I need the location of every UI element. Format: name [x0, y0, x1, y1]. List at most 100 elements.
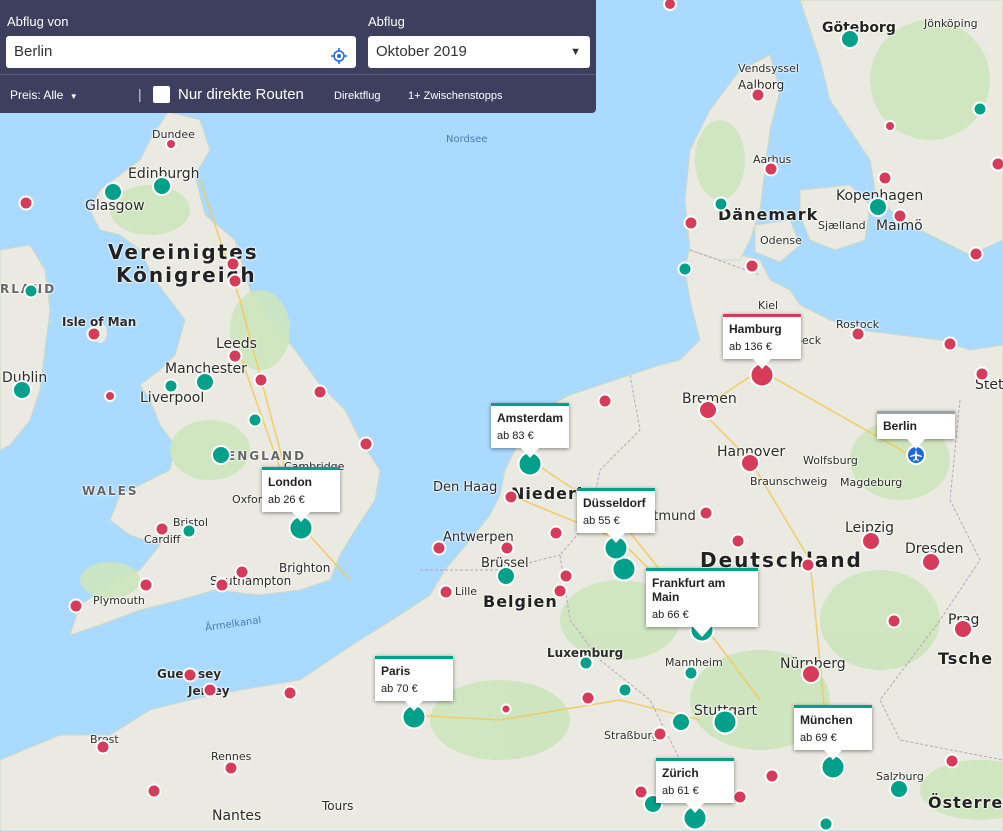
marker-red[interactable]: [504, 490, 519, 505]
city-label-wolfsburg: Wolfsburg: [803, 454, 858, 467]
marker-red[interactable]: [861, 531, 881, 551]
departure-date-select[interactable]: Oktober 2019 ▼: [368, 36, 590, 68]
marker-red[interactable]: [313, 385, 328, 400]
marker-red[interactable]: [165, 138, 177, 150]
popup-zurich[interactable]: Zürich ab 61 €: [656, 758, 734, 803]
marker-red[interactable]: [801, 664, 821, 684]
marker-red[interactable]: [215, 578, 230, 593]
marker-red[interactable]: [653, 727, 668, 742]
marker-red[interactable]: [945, 754, 960, 769]
marker-red[interactable]: [155, 522, 170, 537]
marker-red[interactable]: [851, 327, 866, 342]
marker-teal[interactable]: [840, 29, 860, 49]
marker-red[interactable]: [254, 373, 269, 388]
marker-red[interactable]: [501, 704, 512, 715]
marker-teal[interactable]: [671, 712, 691, 732]
marker-teal[interactable]: [618, 683, 633, 698]
popup-hamburg[interactable]: Hamburg ab 136 €: [723, 314, 801, 359]
price-filter-dropdown[interactable]: Preis: Alle ▼: [10, 88, 78, 102]
marker-red[interactable]: [684, 216, 699, 231]
country-label-austria: Österreich: [928, 793, 1003, 812]
marker-red[interactable]: [731, 534, 746, 549]
direct-flight-legend[interactable]: Direktflug: [334, 90, 380, 102]
marker-red[interactable]: [359, 437, 374, 452]
marker-red[interactable]: [969, 247, 984, 262]
marker-teal[interactable]: [819, 817, 834, 832]
marker-teal[interactable]: [103, 182, 123, 202]
marker-red[interactable]: [884, 120, 896, 132]
marker-teal[interactable]: [211, 445, 231, 465]
marker-teal[interactable]: [248, 413, 263, 428]
marker-red[interactable]: [698, 400, 718, 420]
marker-red[interactable]: [893, 209, 908, 224]
marker-red[interactable]: [439, 585, 454, 600]
marker-red[interactable]: [139, 578, 154, 593]
marker-red[interactable]: [991, 157, 1003, 172]
marker-red[interactable]: [224, 761, 239, 776]
marker-teal[interactable]: [714, 197, 729, 212]
crosshair-locate-icon[interactable]: [331, 44, 347, 60]
marker-red[interactable]: [887, 614, 902, 629]
marker-red[interactable]: [764, 162, 779, 177]
direct-routes-checkbox[interactable]: [153, 86, 170, 103]
marker-red[interactable]: [69, 599, 84, 614]
marker-red[interactable]: [953, 619, 973, 639]
marker-red[interactable]: [943, 337, 958, 352]
marker-red[interactable]: [921, 552, 941, 572]
marker-teal[interactable]: [152, 176, 172, 196]
popup-dusseldorf[interactable]: Düsseldorf ab 55 €: [577, 488, 655, 533]
marker-red[interactable]: [19, 196, 34, 211]
marker-red[interactable]: [740, 453, 760, 473]
marker-red[interactable]: [598, 394, 613, 409]
marker-teal[interactable]: [195, 372, 215, 392]
marker-red[interactable]: [500, 541, 515, 556]
popup-paris[interactable]: Paris ab 70 €: [375, 656, 453, 701]
marker-teal[interactable]: [678, 262, 693, 277]
marker-red[interactable]: [228, 274, 243, 289]
marker-red[interactable]: [745, 259, 760, 274]
region-label-england: ENGLAND: [227, 449, 306, 463]
marker-red[interactable]: [765, 769, 780, 784]
popup-berlin[interactable]: Berlin: [877, 411, 955, 439]
marker-red[interactable]: [87, 327, 102, 342]
marker-teal[interactable]: [684, 666, 699, 681]
marker-red[interactable]: [147, 784, 162, 799]
marker-red[interactable]: [226, 257, 241, 272]
marker-red[interactable]: [733, 790, 748, 805]
marker-teal[interactable]: [713, 710, 738, 735]
marker-red[interactable]: [235, 565, 250, 580]
popup-london[interactable]: London ab 26 €: [262, 467, 340, 512]
marker-teal[interactable]: [868, 197, 888, 217]
marker-teal[interactable]: [24, 284, 39, 299]
marker-red[interactable]: [549, 526, 564, 541]
popup-city-name: London: [268, 475, 332, 489]
marker-red[interactable]: [96, 740, 111, 755]
marker-red[interactable]: [751, 88, 766, 103]
marker-teal[interactable]: [973, 102, 988, 117]
departure-from-input[interactable]: Berlin: [6, 36, 356, 68]
stopover-legend[interactable]: 1+ Zwischenstopps: [408, 90, 502, 102]
marker-teal[interactable]: [496, 566, 516, 586]
marker-red[interactable]: [801, 558, 816, 573]
marker-red[interactable]: [975, 367, 990, 382]
marker-red[interactable]: [699, 506, 714, 521]
marker-red[interactable]: [228, 349, 243, 364]
marker-red[interactable]: [183, 668, 198, 683]
marker-red[interactable]: [203, 683, 218, 698]
marker-red[interactable]: [553, 584, 568, 599]
marker-red[interactable]: [432, 541, 447, 556]
marker-red[interactable]: [581, 691, 596, 706]
marker-teal[interactable]: [164, 379, 179, 394]
marker-teal[interactable]: [889, 779, 909, 799]
marker-red[interactable]: [878, 171, 893, 186]
direct-routes-label[interactable]: Nur direkte Routen: [178, 86, 304, 103]
marker-red[interactable]: [104, 390, 116, 402]
popup-frankfurt[interactable]: Frankfurt am Main ab 66 €: [646, 568, 758, 627]
marker-teal[interactable]: [182, 524, 197, 539]
popup-munchen[interactable]: München ab 69 €: [794, 705, 872, 750]
marker-teal[interactable]: [12, 380, 32, 400]
marker-teal[interactable]: [579, 656, 594, 671]
marker-red[interactable]: [283, 686, 298, 701]
marker-red[interactable]: [559, 569, 574, 584]
popup-amsterdam[interactable]: Amsterdam ab 83 €: [491, 403, 569, 448]
